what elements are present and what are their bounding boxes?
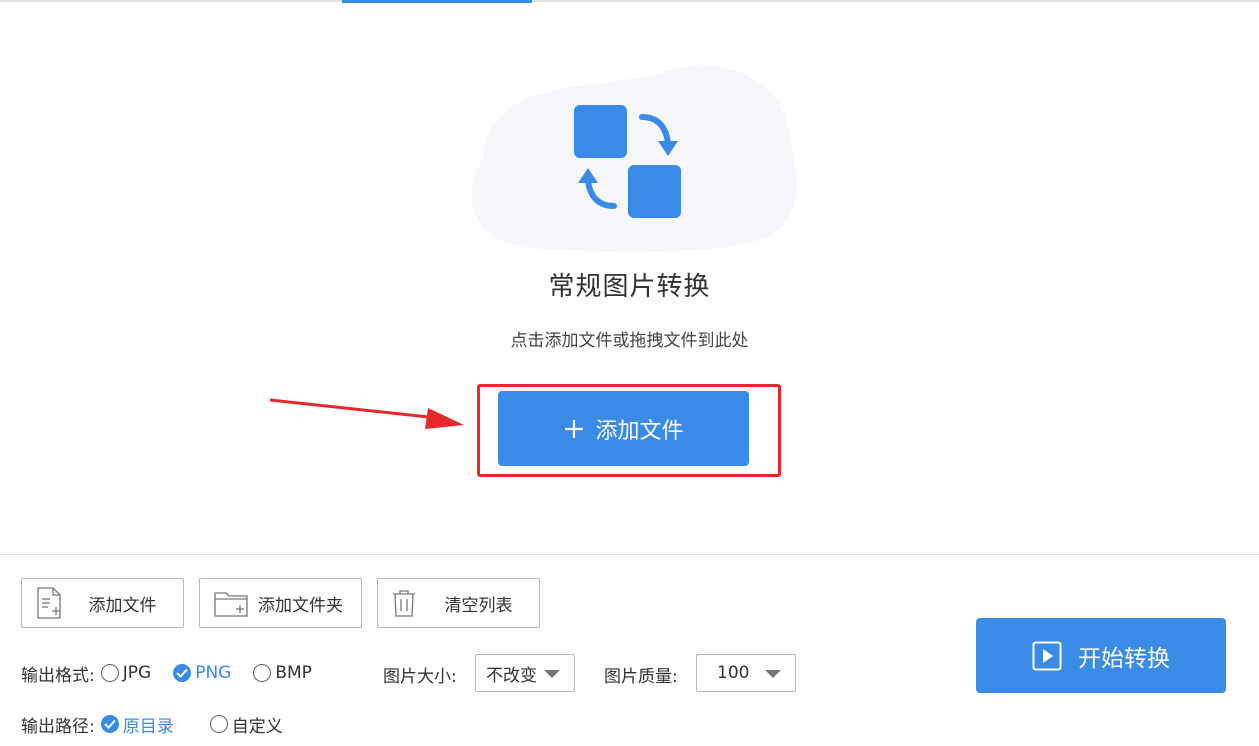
drop-area-title: 常规图片转换 — [548, 272, 711, 302]
radio-unchecked-icon — [209, 715, 228, 733]
path-radio-original[interactable]: 原目录 — [100, 712, 174, 737]
start-convert-label: 开始转换 — [1078, 645, 1170, 672]
play-icon — [1032, 641, 1062, 670]
image-size-value: 不改变 — [486, 665, 537, 686]
add-file-label: 添加文件 — [88, 595, 157, 616]
image-quality-value: 100 — [717, 663, 750, 683]
format-radio-png[interactable]: PNG — [173, 663, 231, 683]
red-arrow-annotation — [269, 398, 464, 429]
format-png-label: PNG — [195, 663, 232, 683]
start-convert-button[interactable]: 开始转换 — [976, 618, 1226, 693]
radio-checked-icon — [173, 664, 192, 682]
chevron-down-icon — [544, 670, 560, 678]
image-size-label: 图片大小: — [383, 667, 457, 687]
image-size-select[interactable]: 不改变 — [475, 654, 575, 692]
output-format-label: 输出格式: — [21, 665, 95, 686]
image-quality-select[interactable]: 100 — [696, 654, 796, 692]
convert-icon — [574, 105, 681, 218]
add-file-button[interactable]: 添加文件 — [21, 578, 184, 628]
output-path-label: 输出路径: — [21, 716, 95, 737]
radio-unchecked-icon — [253, 664, 272, 682]
add-folder-label: 添加文件夹 — [258, 595, 343, 616]
clear-list-button[interactable]: 清空列表 — [377, 578, 540, 628]
radio-checked-icon — [100, 715, 119, 733]
section-divider — [0, 554, 1259, 555]
add-folder-button[interactable]: 添加文件夹 — [199, 578, 362, 628]
add-file-main-label: 添加文件 — [595, 418, 684, 444]
output-path-row: 输出路径: 原目录 自定义 — [21, 708, 305, 740]
clear-list-label: 清空列表 — [444, 595, 513, 616]
image-quality-label: 图片质量: — [604, 667, 678, 687]
chevron-down-icon — [765, 670, 781, 678]
plus-icon — [565, 419, 584, 438]
format-radio-jpg[interactable]: JPG — [100, 663, 152, 683]
path-custom-label: 自定义 — [231, 716, 283, 737]
output-format-row: 输出格式: JPG PNG BMP — [21, 655, 334, 691]
path-radio-custom[interactable]: 自定义 — [209, 712, 283, 737]
path-original-label: 原目录 — [122, 716, 174, 737]
format-bmp-label: BMP — [275, 663, 312, 683]
format-jpg-label: JPG — [122, 663, 152, 683]
radio-unchecked-icon — [100, 664, 119, 682]
add-file-main-button[interactable]: 添加文件 — [498, 391, 749, 466]
top-border — [0, 0, 1259, 2]
format-radio-bmp[interactable]: BMP — [253, 663, 312, 683]
drop-area-hint: 点击添加文件或拖拽文件到此处 — [510, 331, 749, 351]
